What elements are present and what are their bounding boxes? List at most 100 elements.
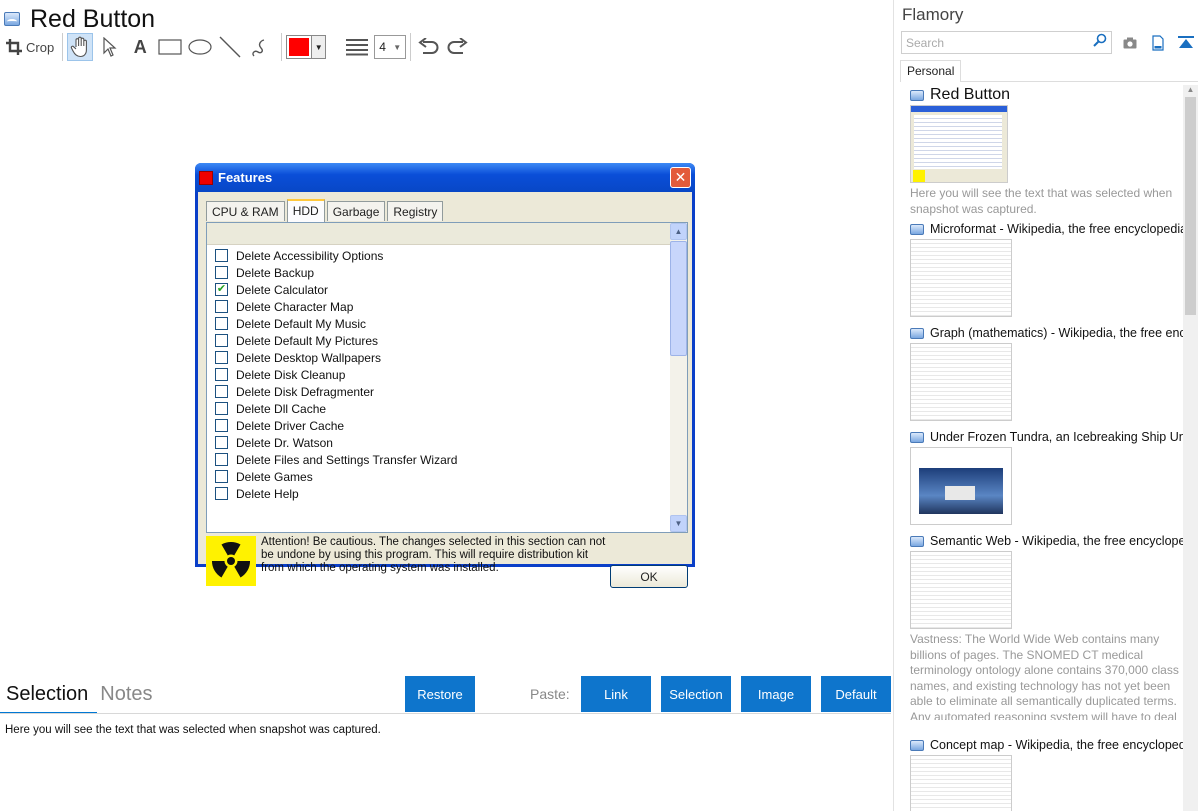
ok-button[interactable]: OK	[610, 565, 688, 588]
undo-icon	[417, 38, 439, 56]
restore-button[interactable]: Restore	[405, 676, 475, 712]
feature-label: Delete Desktop Wallpapers	[236, 350, 381, 365]
paste-selection-button[interactable]: Selection	[661, 676, 731, 712]
entry-title: Microformat - Wikipedia, the free encycl…	[930, 222, 1183, 236]
line-tool-button[interactable]	[217, 33, 243, 61]
line-width-button[interactable]	[344, 33, 370, 61]
checkbox[interactable]	[215, 453, 228, 466]
crop-button[interactable]: Crop	[6, 33, 54, 61]
snapshot-entry[interactable]: Microformat - Wikipedia, the free encycl…	[910, 221, 1183, 317]
undo-button[interactable]	[415, 33, 441, 61]
tab-registry[interactable]: Registry	[387, 201, 444, 221]
features-list: Delete Accessibility Options Delete Backu…	[206, 222, 688, 533]
sidebar-scrollbar[interactable]: ▲	[1183, 85, 1198, 811]
feature-item[interactable]: Delete Accessibility Options	[207, 247, 670, 264]
warning-row: Attention! Be cautious. The changes sele…	[206, 536, 688, 590]
scroll-down-icon[interactable]: ▼	[670, 515, 687, 532]
tab-personal[interactable]: Personal	[900, 60, 962, 82]
search-input[interactable]: Search	[901, 31, 1112, 54]
crop-label: Crop	[26, 39, 55, 55]
camera-icon[interactable]	[1120, 33, 1140, 53]
scroll-thumb[interactable]	[670, 241, 687, 356]
feature-item[interactable]: Delete Default My Music	[207, 315, 670, 332]
entry-header: Graph (mathematics) - Wikipedia, the fre…	[910, 325, 1183, 341]
checkbox[interactable]	[215, 300, 228, 313]
feature-item[interactable]: Delete Files and Settings Transfer Wizar…	[207, 451, 670, 468]
snapshot-entry[interactable]: Graph (mathematics) - Wikipedia, the fre…	[910, 325, 1183, 421]
warning-text: Attention! Be cautious. The changes sele…	[261, 536, 606, 574]
features-dialog: Features ✕ CPU & RAM HDD Garbage Registr…	[195, 163, 695, 588]
select-tool-button[interactable]	[97, 33, 123, 61]
paste-default-button[interactable]: Default	[821, 676, 891, 712]
hand-tool-button[interactable]	[67, 33, 94, 61]
checkbox[interactable]	[215, 351, 228, 364]
entry-header: Red Button	[910, 87, 1183, 103]
checkbox[interactable]	[215, 385, 228, 398]
checkbox[interactable]	[215, 487, 228, 500]
toolbar-divider	[281, 33, 283, 61]
toolbar-divider	[62, 33, 64, 61]
entry-title: Graph (mathematics) - Wikipedia, the fre…	[930, 326, 1183, 340]
dialog-titlebar: Features ✕	[195, 163, 695, 192]
feature-item[interactable]: ✔ Delete Calculator	[207, 281, 670, 298]
line-icon	[218, 36, 242, 58]
features-list-items: Delete Accessibility Options Delete Backu…	[207, 247, 670, 532]
tab-cpu-ram[interactable]: CPU & RAM	[206, 201, 285, 221]
checkbox[interactable]	[215, 470, 228, 483]
ellipse-tool-button[interactable]	[187, 33, 213, 61]
checkbox[interactable]	[215, 266, 228, 279]
feature-label: Delete Help	[236, 486, 299, 501]
feature-item[interactable]: Delete Desktop Wallpapers	[207, 349, 670, 366]
tab-garbage[interactable]: Garbage	[326, 201, 386, 221]
checkbox-checked[interactable]: ✔	[215, 283, 228, 296]
feature-item[interactable]: Delete Default My Pictures	[207, 332, 670, 349]
feature-item[interactable]: Delete Disk Defragmenter	[207, 383, 670, 400]
tab-notes[interactable]: Notes	[100, 683, 152, 706]
feature-item[interactable]: Delete Help	[207, 485, 670, 502]
feature-item[interactable]: Delete Driver Cache	[207, 417, 670, 434]
feature-item[interactable]: Delete Character Map	[207, 298, 670, 315]
freehand-tool-button[interactable]	[247, 33, 273, 61]
document-icon[interactable]	[1148, 33, 1168, 53]
redo-button[interactable]	[445, 33, 471, 61]
snapshot-icon	[910, 327, 924, 339]
line-width-value: 4	[379, 40, 386, 54]
feature-item[interactable]: Delete Backup	[207, 264, 670, 281]
chevron-down-icon: ▼	[311, 36, 326, 58]
checkbox[interactable]	[215, 402, 228, 415]
feature-item[interactable]: Delete Dll Cache	[207, 400, 670, 417]
collapse-up-icon[interactable]	[1176, 33, 1196, 53]
search-icon[interactable]	[1093, 33, 1107, 52]
arrow-pointer-icon	[103, 37, 117, 57]
scroll-thumb[interactable]	[1185, 97, 1196, 315]
line-width-select[interactable]: 4 ▼	[374, 35, 407, 59]
snapshot-entry[interactable]: Under Frozen Tundra, an Icebreaking Ship…	[910, 429, 1183, 525]
checkbox[interactable]	[215, 436, 228, 449]
checkbox[interactable]	[215, 249, 228, 262]
entry-description: Vastness: The World Wide Web contains ma…	[910, 632, 1179, 720]
color-picker[interactable]: ▼	[286, 35, 327, 59]
list-scrollbar[interactable]: ▲ ▼	[670, 223, 687, 532]
checkbox[interactable]	[215, 317, 228, 330]
text-tool-button[interactable]: A	[127, 33, 153, 61]
snapshot-entry[interactable]: Red Button Here you will see the text th…	[910, 87, 1183, 217]
paste-link-button[interactable]: Link	[581, 676, 651, 712]
feature-item[interactable]: Delete Disk Cleanup	[207, 366, 670, 383]
scroll-up-icon[interactable]: ▲	[670, 223, 687, 240]
color-swatch	[289, 38, 310, 56]
paste-image-button[interactable]: Image	[741, 676, 811, 712]
tab-selection[interactable]: Selection	[6, 683, 88, 706]
rectangle-tool-button[interactable]	[157, 33, 183, 61]
snapshot-entry[interactable]: Semantic Web - Wikipedia, the free encyc…	[910, 533, 1183, 720]
scroll-up-icon[interactable]: ▲	[1183, 85, 1198, 97]
entry-title: Red Button	[930, 87, 1011, 103]
tab-hdd[interactable]: HDD	[286, 199, 325, 222]
snapshot-entry[interactable]: Concept map - Wikipedia, the free encycl…	[910, 737, 1183, 811]
checkbox[interactable]	[215, 334, 228, 347]
feature-item[interactable]: Delete Games	[207, 468, 670, 485]
close-button[interactable]: ✕	[670, 167, 691, 188]
checkbox[interactable]	[215, 368, 228, 381]
feature-item[interactable]: Delete Dr. Watson	[207, 434, 670, 451]
snapshot-icon	[4, 12, 20, 26]
checkbox[interactable]	[215, 419, 228, 432]
